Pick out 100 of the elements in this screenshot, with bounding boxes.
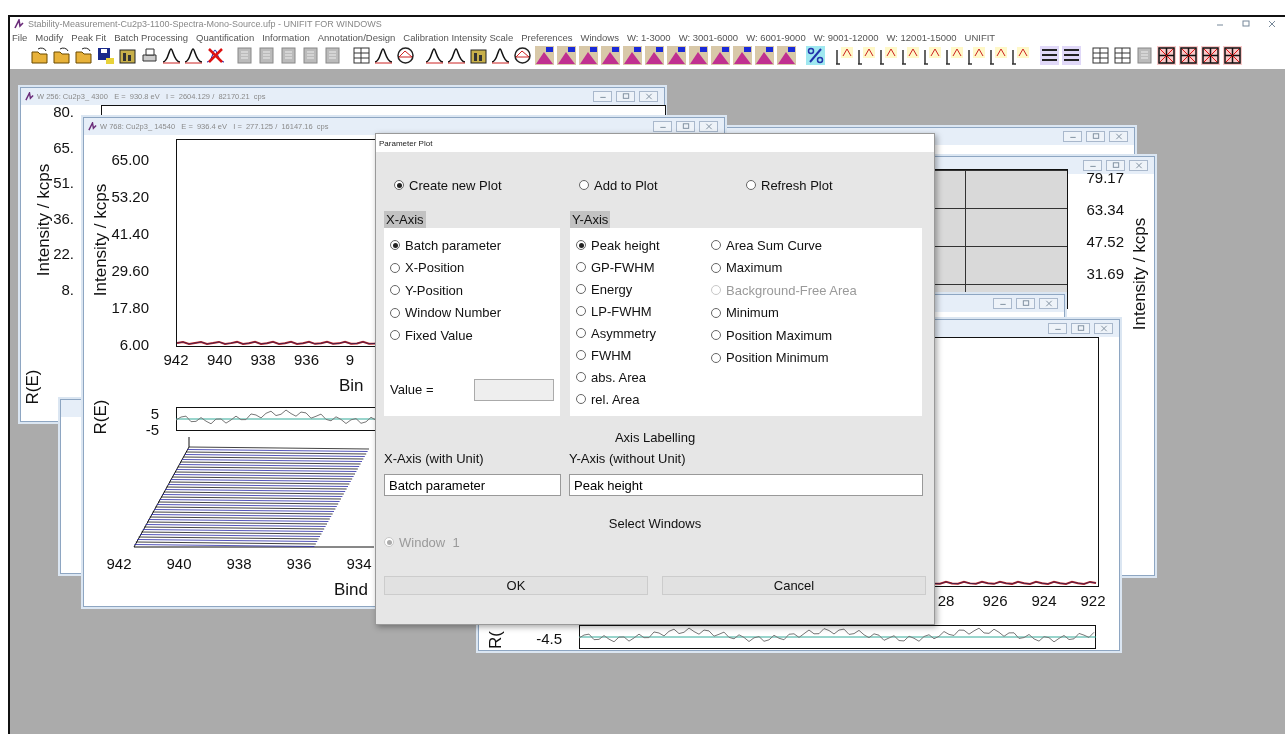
menu-item[interactable]: W: 1-3000 [627, 31, 671, 43]
mountain-icon[interactable] [645, 45, 664, 65]
value-field[interactable] [474, 378, 554, 401]
x-tick-label: 936 [286, 555, 312, 572]
radio-button[interactable] [579, 180, 589, 190]
radio-button[interactable] [390, 240, 400, 251]
table-icon[interactable] [352, 45, 371, 65]
menu-item[interactable]: W: 6001-9000 [746, 31, 806, 43]
printer-icon[interactable] [140, 45, 159, 65]
text-lines-icon[interactable] [1062, 45, 1081, 65]
y-axis-label: Intensity / kcps [1130, 217, 1150, 331]
radio-label: Maximum [726, 260, 783, 276]
page-icon[interactable] [235, 45, 254, 65]
menu-item[interactable]: Peak Fit [71, 31, 107, 43]
mountain-icon[interactable] [557, 45, 576, 65]
grid-icon[interactable] [1201, 45, 1220, 65]
x-axis-label: Bin [339, 376, 364, 396]
y-tick-label: 8. [61, 280, 74, 298]
mountain-icon[interactable] [777, 45, 796, 65]
grid-icon[interactable] [1223, 45, 1242, 65]
peak-icon[interactable] [184, 45, 203, 65]
ok-button[interactable]: OK [384, 575, 648, 595]
mountain-icon[interactable] [601, 45, 620, 65]
page-icon[interactable] [323, 45, 342, 65]
radio-button[interactable] [711, 352, 721, 363]
folder-icon[interactable] [52, 45, 71, 65]
mountain-icon[interactable] [579, 45, 598, 65]
x-tick-label: 934 [346, 555, 372, 572]
radio-button[interactable] [711, 330, 721, 341]
radio-button[interactable] [390, 285, 400, 296]
grid-icon[interactable] [1179, 45, 1198, 65]
mountain-icon[interactable] [711, 45, 730, 65]
page-icon[interactable] [257, 45, 276, 65]
percent-icon[interactable] [806, 45, 825, 65]
radio-button[interactable] [576, 394, 586, 404]
radio-button[interactable] [576, 240, 586, 250]
close-icon [703, 122, 714, 131]
peak-icon[interactable] [162, 45, 181, 65]
close-icon [1133, 161, 1144, 170]
menu-item[interactable]: Batch Processing [114, 31, 189, 43]
page-icon[interactable] [279, 45, 298, 65]
x-tick-label: 940 [207, 351, 232, 368]
menu-item[interactable]: W: 9001-12000 [813, 31, 879, 43]
y-axis-label-field[interactable]: Peak height [569, 474, 923, 496]
menu-item[interactable]: Calibration Intensity Scale [403, 31, 514, 43]
peak-icon[interactable] [447, 45, 466, 65]
radio-button[interactable] [746, 180, 756, 190]
menu-item[interactable]: Information [262, 31, 310, 43]
menu-item[interactable]: Quantification [196, 31, 255, 43]
x-tick-label: 942 [106, 555, 132, 572]
x-axis-label-field[interactable]: Batch parameter [384, 474, 561, 496]
peak-icon[interactable] [491, 45, 510, 65]
peak-icon[interactable] [425, 45, 444, 65]
menu-item[interactable]: File [12, 31, 28, 43]
menu-item[interactable]: W: 12001-15000 [886, 31, 957, 43]
radio-button[interactable] [390, 330, 400, 341]
mountain-icon[interactable] [535, 45, 554, 65]
radio-button[interactable] [394, 180, 404, 190]
cancel-button[interactable]: Cancel [662, 575, 926, 595]
menu-item[interactable]: Preferences [521, 31, 573, 43]
close-icon[interactable] [1267, 18, 1277, 29]
peak-icon[interactable] [374, 45, 393, 65]
radio-button[interactable] [711, 240, 721, 251]
menu-item[interactable]: Annotation/Design [317, 31, 396, 43]
mountain-icon[interactable] [755, 45, 774, 65]
maximize-icon [620, 92, 631, 101]
grid-icon[interactable] [1157, 45, 1176, 65]
radio-button[interactable] [576, 262, 586, 272]
radio-button[interactable] [576, 306, 586, 316]
menu-item[interactable]: UNIFIT [964, 31, 996, 43]
mountain-icon[interactable] [623, 45, 642, 65]
circle-icon[interactable] [396, 45, 415, 65]
folder-icon[interactable] [74, 45, 93, 65]
radio-button[interactable] [576, 284, 586, 294]
radio-button[interactable] [711, 262, 721, 273]
circle-icon[interactable] [513, 45, 532, 65]
radio-button[interactable] [576, 328, 586, 338]
mountain-icon[interactable] [667, 45, 686, 65]
radio-button[interactable] [390, 262, 400, 273]
residual-tick-label: 5 [150, 405, 159, 422]
table-icon[interactable] [1113, 45, 1132, 65]
y-tick-label: 22. [53, 245, 74, 262]
menu-item[interactable]: Windows [580, 31, 619, 43]
radio-label: GP-FWHM [591, 259, 655, 275]
disk-icon[interactable] [96, 45, 115, 65]
mountain-icon[interactable] [733, 45, 752, 65]
menu-item[interactable]: Modify [35, 31, 64, 43]
radio-button[interactable] [576, 372, 586, 382]
residual-tick-label: -5 [145, 421, 159, 438]
radio-label: Area Sum Curve [726, 237, 823, 253]
mountain-icon[interactable] [689, 45, 708, 65]
radio-button[interactable] [711, 307, 721, 318]
menu-item[interactable]: W: 3001-6000 [678, 31, 739, 43]
table-icon[interactable] [1091, 45, 1110, 65]
text-lines-icon[interactable] [1040, 45, 1059, 65]
radio-button[interactable] [576, 350, 586, 360]
page-icon[interactable] [301, 45, 320, 65]
folder-icon[interactable] [30, 45, 49, 65]
cross-icon[interactable] [206, 45, 225, 65]
radio-button[interactable] [390, 307, 400, 318]
